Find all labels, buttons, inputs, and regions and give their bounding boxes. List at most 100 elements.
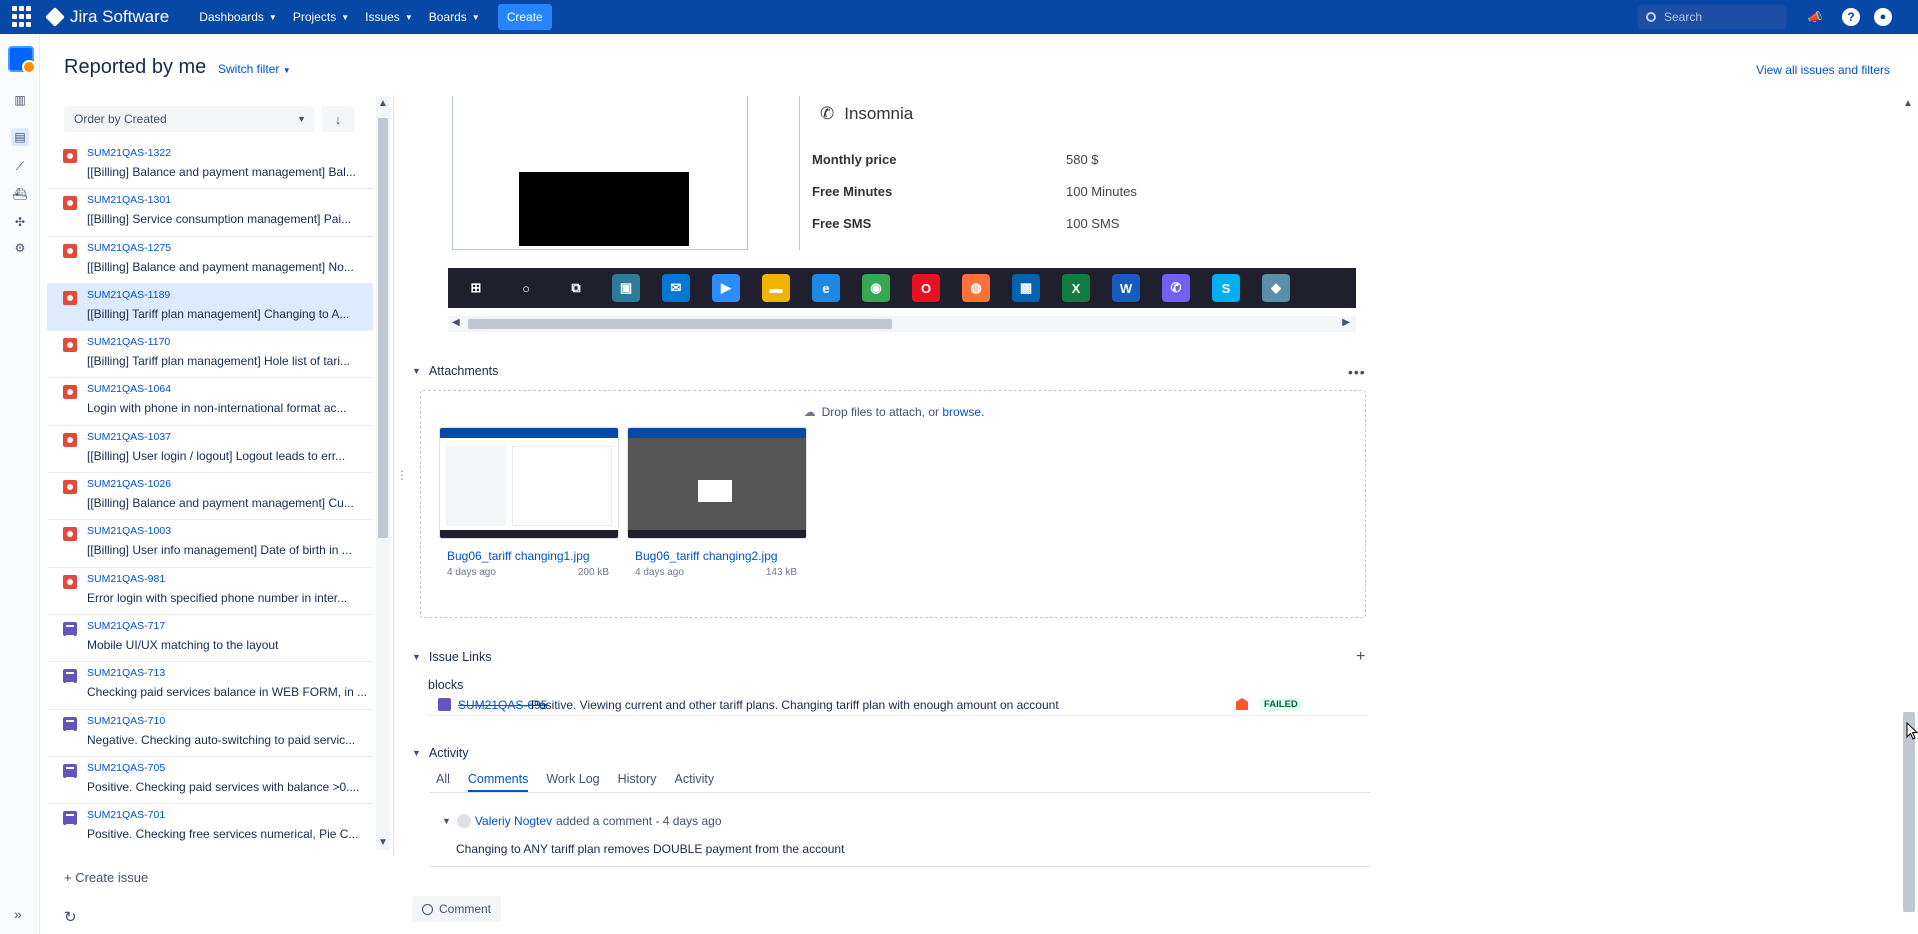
scroll-right-icon[interactable]: ▶	[1342, 317, 1350, 328]
issue-summary[interactable]: [[Billing] Tariff plan management] Hole …	[87, 354, 369, 368]
sort-direction-button[interactable]: ↓	[322, 106, 354, 132]
issue-summary[interactable]: [[Billing] Balance and payment managemen…	[87, 496, 369, 510]
attachment-thumbnail[interactable]	[627, 427, 807, 539]
issue-list-item[interactable]: SUM21QAS-981 Error login with specified p…	[47, 568, 373, 615]
expand-sidebar-icon[interactable]: »	[14, 906, 22, 922]
scroll-left-icon[interactable]: ◀	[452, 317, 460, 328]
issue-list-item[interactable]: SUM21QAS-717 Mobile UI/UX matching to the…	[47, 615, 373, 663]
menu-projects[interactable]: Projects ▼	[293, 10, 349, 24]
scrollbar-thumb[interactable]	[468, 319, 892, 329]
issue-summary[interactable]: Mobile UI/UX matching to the layout	[87, 638, 369, 652]
issue-key[interactable]: SUM21QAS-1170	[87, 336, 170, 348]
issue-summary[interactable]: [[Billing] User login / logout] Logout l…	[87, 449, 369, 463]
issue-key[interactable]: SUM21QAS-1026	[87, 478, 171, 490]
issue-list-item[interactable]: SUM21QAS-705 Positive. Checking paid serv…	[47, 757, 373, 805]
menu-dashboards[interactable]: Dashboards ▼	[199, 10, 277, 24]
menu-issues[interactable]: Issues ▼	[365, 10, 413, 24]
issue-key[interactable]: SUM21QAS-717	[87, 620, 165, 632]
issue-key[interactable]: SUM21QAS-1037	[87, 431, 171, 443]
settings-icon[interactable]: ⚙	[12, 240, 28, 256]
refresh-icon[interactable]: ↻	[64, 908, 77, 926]
attachment-card[interactable]: Bug06_tariff changing1.jpg 4 days ago 20…	[439, 427, 619, 578]
profile-avatar[interactable]: ●	[1874, 8, 1892, 26]
more-options-icon[interactable]: •••	[1348, 364, 1366, 380]
issue-list-item[interactable]: SUM21QAS-1003 [[Billing] User info manage…	[47, 520, 373, 568]
scroll-down-icon[interactable]: ▼	[378, 837, 388, 848]
issue-key[interactable]: SUM21QAS-1275	[87, 242, 171, 254]
issue-list-item[interactable]: SUM21QAS-713 Checking paid services balan…	[47, 662, 373, 710]
issue-key[interactable]: SUM21QAS-1003	[87, 525, 171, 537]
order-by-select[interactable]: Order by Created ▼	[64, 106, 314, 132]
issue-summary[interactable]: [[Billing] User info management] Date of…	[87, 543, 369, 557]
create-button[interactable]: Create	[497, 4, 552, 30]
issue-key[interactable]: SUM21QAS-705	[87, 762, 165, 774]
tab-history[interactable]: History	[618, 772, 657, 792]
reports-icon[interactable]: ⟋	[12, 158, 28, 174]
comment-button[interactable]: Comment	[412, 896, 502, 922]
issue-links-heading[interactable]: ▼ Issue Links	[412, 650, 491, 664]
issue-list-item[interactable]: SUM21QAS-710 Negative. Checking auto-swit…	[47, 710, 373, 757]
attachment-drop-zone[interactable]: ☁ Drop files to attach, or browse. Bug06_…	[420, 390, 1366, 618]
help-icon[interactable]: ?	[1842, 8, 1860, 26]
app-switcher-icon[interactable]	[12, 6, 34, 28]
create-issue-button[interactable]: + Create issue	[64, 870, 148, 885]
view-all-issues-link[interactable]: View all issues and filters	[1756, 63, 1890, 77]
scroll-up-icon[interactable]: ▲	[378, 98, 388, 109]
issue-list-item[interactable]: SUM21QAS-701 Positive. Checking free serv…	[47, 804, 373, 850]
issue-summary[interactable]: [[Billing] Tariff plan management] Chang…	[87, 307, 369, 321]
issue-list-item[interactable]: SUM21QAS-1026 [[Billing] Balance and paym…	[47, 473, 373, 521]
browse-link[interactable]: browse.	[942, 405, 984, 419]
linked-issue-summary[interactable]: Positive. Viewing current and other tari…	[531, 698, 1059, 712]
addons-icon[interactable]: ✣	[12, 214, 28, 230]
switch-filter-button[interactable]: Switch filter ▼	[218, 62, 291, 76]
issue-summary[interactable]: Positive. Checking free services numeric…	[87, 827, 369, 841]
issue-summary[interactable]: Login with phone in non-international fo…	[87, 401, 369, 415]
attachment-name[interactable]: Bug06_tariff changing2.jpg	[635, 549, 778, 563]
issue-key[interactable]: SUM21QAS-1064	[87, 383, 171, 395]
releases-icon[interactable]: ⛴	[12, 186, 28, 202]
megaphone-icon[interactable]: 📣	[1806, 8, 1824, 26]
issue-key[interactable]: SUM21QAS-710	[87, 715, 165, 727]
attachments-heading[interactable]: ▼ Attachments	[412, 364, 498, 378]
issue-list-item[interactable]: SUM21QAS-1064 Login with phone in non-int…	[47, 378, 373, 426]
tab-comments[interactable]: Comments	[467, 772, 529, 792]
attachment-card[interactable]: Bug06_tariff changing2.jpg 4 days ago 14…	[627, 427, 807, 578]
attachment-name[interactable]: Bug06_tariff changing1.jpg	[447, 549, 590, 563]
tab-work-log[interactable]: Work Log	[546, 772, 599, 792]
issue-key[interactable]: SUM21QAS-713	[87, 667, 165, 679]
issue-list-item[interactable]: SUM21QAS-1275 [[Billing] Balance and paym…	[47, 237, 373, 284]
linked-issue-row[interactable]: SUM21QAS-695 Positive. Viewing current a…	[428, 694, 1368, 716]
issue-summary[interactable]: [[Billing] Balance and payment managemen…	[87, 260, 369, 274]
panel-resize-handle[interactable]: ⋮	[396, 468, 408, 482]
issue-key[interactable]: SUM21QAS-1301	[87, 194, 171, 206]
issue-summary[interactable]: Positive. Checking paid services with ba…	[87, 780, 369, 794]
comment-author[interactable]: Valeriy Nogtev	[475, 814, 552, 828]
jira-logo[interactable]: Jira Software	[45, 7, 169, 27]
scroll-up-icon[interactable]: ▲	[1903, 98, 1913, 109]
issue-summary[interactable]: Checking paid services balance in WEB FO…	[87, 685, 369, 699]
board-icon[interactable]: ▥	[12, 92, 28, 108]
issue-summary[interactable]: Negative. Checking auto-switching to pai…	[87, 733, 369, 747]
issues-icon[interactable]: ▤	[11, 128, 29, 146]
issue-list-item[interactable]: SUM21QAS-1301 [[Billing] Service consumpt…	[47, 189, 373, 237]
issue-list-item[interactable]: SUM21QAS-1322 [[Billing] Balance and paym…	[47, 142, 373, 190]
issue-list-scrollbar[interactable]: ▲ ▼	[376, 96, 390, 850]
issue-summary[interactable]: [[Billing] Service consumption managemen…	[87, 212, 369, 226]
tab-all[interactable]: All	[436, 772, 450, 792]
menu-boards[interactable]: Boards ▼	[429, 10, 480, 24]
issue-key[interactable]: SUM21QAS-1322	[87, 147, 171, 159]
page-scrollbar[interactable]: ▲	[1900, 96, 1916, 918]
tab-activity[interactable]: Activity	[675, 772, 715, 792]
issue-summary[interactable]: Error login with specified phone number …	[87, 591, 369, 605]
project-avatar[interactable]	[8, 46, 36, 74]
scrollbar-thumb[interactable]	[378, 118, 388, 538]
issue-key[interactable]: SUM21QAS-1189	[87, 289, 170, 301]
attachment-thumbnail[interactable]	[439, 427, 619, 539]
issue-list-item[interactable]: SUM21QAS-1037 [[Billing] User login / log…	[47, 426, 373, 474]
issue-summary[interactable]: [[Billing] Balance and payment managemen…	[87, 165, 369, 179]
search-input[interactable]: Search	[1638, 5, 1786, 29]
add-link-icon[interactable]: +	[1356, 648, 1365, 666]
screenshot-horizontal-scrollbar[interactable]: ◀ ▶	[448, 316, 1356, 332]
activity-heading[interactable]: ▼ Activity	[412, 746, 469, 760]
collapse-comment-icon[interactable]: ▼	[442, 816, 451, 826]
